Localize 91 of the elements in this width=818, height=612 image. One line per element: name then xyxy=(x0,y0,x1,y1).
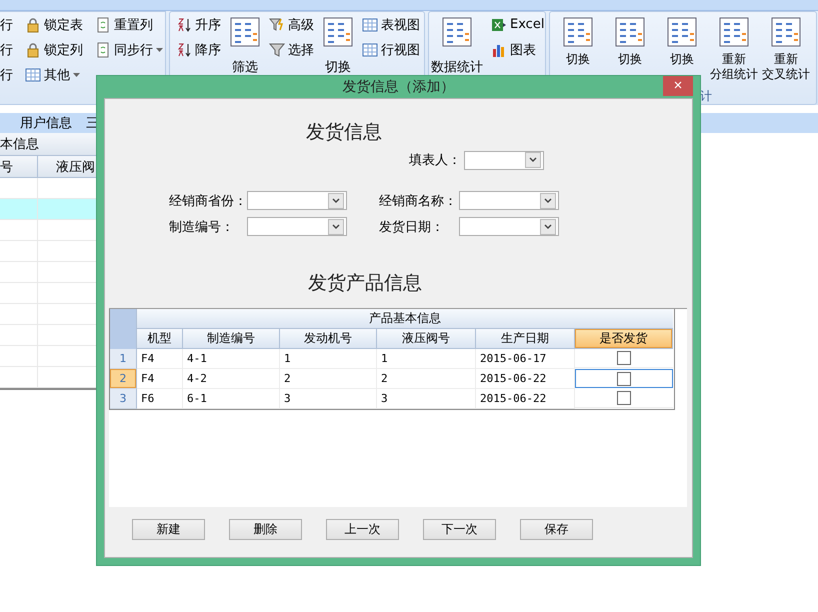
dialog-button[interactable]: 上一次 xyxy=(326,519,399,540)
grid-icon xyxy=(614,16,646,48)
ribbon-button[interactable]: 锁定表 xyxy=(25,12,83,37)
ribbon-button[interactable]: 图表 xyxy=(491,37,544,62)
document-icon xyxy=(95,42,111,58)
ribbon-button[interactable]: 锁定列 xyxy=(25,37,83,62)
field-label: 发货日期： xyxy=(379,218,445,236)
column-header[interactable]: 制造编号 xyxy=(183,329,280,349)
grid-icon xyxy=(770,16,802,48)
caret-icon xyxy=(73,72,80,76)
ribbon-button[interactable]: 同步行 xyxy=(95,37,163,62)
table-icon xyxy=(362,16,378,32)
ribbon-button[interactable]: 其他 xyxy=(25,62,83,87)
dialog-button[interactable]: 保存 xyxy=(520,519,593,540)
ribbon-button[interactable]: 切换 xyxy=(322,12,354,75)
lock-icon xyxy=(25,42,41,58)
table-cell: F4 xyxy=(137,349,183,369)
ribbon-button[interactable]: 降序 xyxy=(176,37,221,62)
table-cell: 1 xyxy=(377,349,476,369)
ribbon-button[interactable]: 重置列 xyxy=(95,12,163,37)
table-cell: F6 xyxy=(137,389,183,409)
checkbox[interactable] xyxy=(617,372,631,386)
grid-icon xyxy=(441,16,473,48)
row-header[interactable]: 3 xyxy=(110,389,137,409)
caret-icon xyxy=(156,48,163,52)
column-header[interactable]: 发动机号 xyxy=(280,329,377,349)
funnel-icon xyxy=(269,16,285,32)
sort-icon xyxy=(176,16,192,32)
table-icon xyxy=(25,66,41,82)
field-label: 制造编号： xyxy=(169,218,235,236)
column-header[interactable]: 是否发货 xyxy=(575,329,673,349)
ribbon-button[interactable]: 选择 xyxy=(269,37,314,62)
field-label: 填表人： xyxy=(409,152,462,169)
table-cell: 6-1 xyxy=(183,389,280,409)
field-label: 经销商名称： xyxy=(379,192,458,210)
grid-band-header: 产品基本信息 xyxy=(137,309,673,329)
grid-icon xyxy=(229,16,261,48)
column-header: 号 xyxy=(0,156,38,177)
dialog-button[interactable]: 下一次 xyxy=(423,519,496,540)
table-cell: 3 xyxy=(280,389,377,409)
ribbon-button[interactable]: 切换 xyxy=(656,12,708,67)
ribbon-button[interactable]: 行 xyxy=(0,37,13,62)
checkbox[interactable] xyxy=(617,351,631,365)
sort-icon xyxy=(176,42,192,58)
table-cell: 3 xyxy=(377,389,476,409)
checkbox[interactable] xyxy=(617,391,631,405)
funnel-icon xyxy=(269,42,285,58)
table-cell: 4-1 xyxy=(183,349,280,369)
grid-band-header: 本信息 xyxy=(0,136,39,153)
close-button[interactable]: × xyxy=(663,76,693,96)
ribbon-button[interactable]: 切换 xyxy=(604,12,656,67)
document-icon xyxy=(95,16,111,32)
field-label: 经销商省份： xyxy=(169,192,247,210)
ribbon-button[interactable]: 切换 xyxy=(552,12,604,67)
section-heading: 发货信息 xyxy=(306,120,383,145)
ribbon-button[interactable]: 行 xyxy=(0,62,13,87)
table-cell: F4 xyxy=(137,369,183,389)
table-cell: 4-2 xyxy=(183,369,280,389)
table-cell: 1 xyxy=(280,349,377,369)
window-title: 发货信息（添加） xyxy=(342,78,454,96)
lock-icon xyxy=(25,16,41,32)
column-header[interactable]: 生产日期 xyxy=(476,329,575,349)
table-cell: 2015-06-22 xyxy=(476,369,575,389)
table-cell: 2 xyxy=(377,369,476,389)
ribbon-button[interactable]: 筛选 xyxy=(229,12,261,75)
column-header[interactable]: 液压阀号 xyxy=(377,329,476,349)
ribbon-button[interactable]: 行 xyxy=(0,12,13,37)
table-cell: 2015-06-22 xyxy=(476,389,575,409)
table-icon xyxy=(362,42,378,58)
group-caption: 计 xyxy=(699,88,713,104)
section-heading: 发货产品信息 xyxy=(308,271,423,296)
table-cell: 2015-06-17 xyxy=(476,349,575,369)
ribbon-button[interactable]: 升序 xyxy=(176,12,221,37)
row-header[interactable]: 1 xyxy=(110,349,137,369)
ribbon-button[interactable]: Excel xyxy=(491,12,544,37)
ribbon-button[interactable]: 重新 分组统计 xyxy=(708,12,760,82)
grid-icon xyxy=(562,16,594,48)
row-header[interactable]: 2 xyxy=(110,369,137,389)
table-cell: 2 xyxy=(280,369,377,389)
ribbon-button[interactable]: 高级 xyxy=(269,12,314,37)
grid-icon xyxy=(718,16,750,48)
column-header[interactable]: 机型 xyxy=(137,329,183,349)
spreadsheet-icon xyxy=(491,16,507,32)
grid-icon xyxy=(322,16,354,48)
tab[interactable]: 用户信息 xyxy=(20,114,72,132)
dialog-button[interactable]: 删除 xyxy=(229,519,302,540)
ribbon-button[interactable]: 表视图 xyxy=(362,12,420,37)
ribbon-button[interactable]: 重新 交叉统计 xyxy=(760,12,812,82)
dialog-button[interactable]: 新建 xyxy=(132,519,205,540)
grid-icon xyxy=(666,16,698,48)
ribbon-button[interactable]: 行视图 xyxy=(362,37,420,62)
